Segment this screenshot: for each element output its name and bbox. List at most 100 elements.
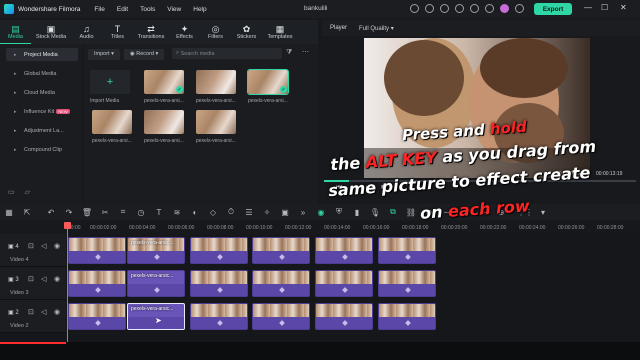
menu-edit[interactable]: Edit: [117, 6, 128, 13]
filter-icon[interactable]: ⧩: [286, 49, 292, 57]
track-lane-video-4[interactable]: pexels-vera-arsic...: [66, 234, 640, 267]
text-tool-icon[interactable]: T: [150, 208, 168, 217]
adjust-icon[interactable]: ☰: [240, 208, 258, 217]
render-icon[interactable]: ◉: [312, 208, 330, 217]
redo-icon[interactable]: ↷: [60, 208, 78, 217]
close-icon[interactable]: ✕: [620, 3, 627, 12]
menu-view[interactable]: View: [167, 6, 181, 13]
menu-tools[interactable]: Tools: [140, 6, 155, 13]
video-clip[interactable]: [315, 270, 373, 297]
new-folder-icon[interactable]: ▭: [8, 188, 15, 196]
expand-icon[interactable]: »: [294, 208, 312, 217]
track-lane-video-2[interactable]: pexels-vera-arsic...: [66, 300, 640, 333]
import-dropdown[interactable]: Import ▾: [88, 48, 120, 60]
tab-transitions[interactable]: ⇄ Transitions: [133, 20, 169, 44]
media-item[interactable]: pexels-vera-arsi...: [196, 110, 240, 144]
color-icon[interactable]: ◐: [186, 208, 204, 217]
media-item[interactable]: ✓ pexels-vera-arsi...: [144, 70, 188, 104]
lock-icon[interactable]: ⊡: [28, 275, 34, 283]
folder-icon[interactable]: ▱: [25, 188, 30, 196]
tab-stock-media[interactable]: ▣ Stock Media: [31, 20, 71, 44]
tab-stickers[interactable]: ✿ Stickers: [231, 20, 262, 44]
collapse-icon[interactable]: ▾: [534, 208, 552, 217]
headset-icon[interactable]: [440, 4, 449, 13]
tab-templates[interactable]: ▦ Templates: [262, 20, 298, 44]
maximize-icon[interactable]: ☐: [601, 3, 608, 12]
select-icon[interactable]: ⇱: [18, 208, 36, 217]
speaker-icon[interactable]: ◁: [41, 275, 46, 283]
video-clip[interactable]: [378, 270, 436, 297]
playhead-handle[interactable]: [64, 222, 71, 229]
sidebar-item-influence-kit[interactable]: ▸ Influence Kit NEW: [6, 105, 78, 118]
link-icon[interactable]: ⛓: [402, 208, 420, 217]
tab-filters[interactable]: ◎ Filters: [200, 20, 231, 44]
cloud-icon[interactable]: [455, 4, 464, 13]
shield-icon[interactable]: ⛨: [330, 207, 348, 217]
snap-icon[interactable]: ⧉: [384, 207, 402, 217]
video-clip[interactable]: [252, 237, 310, 264]
video-clip[interactable]: [190, 237, 248, 264]
video-clip[interactable]: [378, 237, 436, 264]
keyframe-icon[interactable]: ◇: [204, 208, 222, 217]
media-item[interactable]: pexels-vera-arsi...: [196, 70, 240, 104]
video-clip[interactable]: [252, 303, 310, 330]
video-clip[interactable]: [378, 303, 436, 330]
search-input[interactable]: ⌕ Search media: [172, 48, 282, 59]
eye-icon[interactable]: ◉: [54, 275, 60, 283]
download-icon[interactable]: [485, 4, 494, 13]
video-clip[interactable]: [190, 270, 248, 297]
sidebar-item-compound-clip[interactable]: ▸ Compound Clip: [6, 143, 78, 156]
video-clip[interactable]: [68, 270, 126, 297]
menu-help[interactable]: Help: [193, 6, 206, 13]
audio-icon[interactable]: ≋: [168, 208, 186, 217]
marker-icon[interactable]: ▮: [348, 208, 366, 217]
media-item[interactable]: pexels-vera-arsi...: [92, 110, 136, 144]
speaker-icon[interactable]: ◁: [41, 308, 46, 316]
video-clip[interactable]: pexels-vera-arsic...: [127, 237, 185, 264]
eye-icon[interactable]: ◉: [54, 242, 60, 250]
mic-icon[interactable]: 🎙: [366, 208, 384, 217]
import-media-tile[interactable]: + Import Media: [90, 70, 134, 104]
send-icon[interactable]: [410, 4, 419, 13]
delete-icon[interactable]: 🗑: [78, 208, 96, 217]
track-lane-video-3[interactable]: pexels-vera-arsic...: [66, 267, 640, 300]
undo-icon[interactable]: ↶: [42, 208, 60, 217]
timeline-ruler[interactable]: 00:00 00:00:02:00 00:00:04:00 00:00:06:0…: [66, 222, 640, 234]
split-icon[interactable]: ✂: [96, 208, 114, 217]
minimize-icon[interactable]: —: [584, 3, 592, 12]
media-item[interactable]: ✓ pexels-vera-arsi...: [247, 69, 292, 104]
eye-icon[interactable]: ◉: [54, 308, 60, 316]
apps-icon[interactable]: [515, 4, 524, 13]
sidebar-item-cloud-media[interactable]: ▸ Cloud Media: [6, 86, 78, 99]
ai-icon[interactable]: ✧: [258, 208, 276, 217]
sidebar-item-global-media[interactable]: ▸ Global Media: [6, 67, 78, 80]
avatar[interactable]: [500, 4, 509, 13]
video-clip[interactable]: [315, 237, 373, 264]
sidebar-item-project-media[interactable]: ▸ Project Media: [6, 48, 78, 61]
layout-icon[interactable]: [470, 4, 479, 13]
video-clip[interactable]: [68, 237, 126, 264]
quality-dropdown[interactable]: Full Quality ▾: [359, 25, 394, 32]
export-button[interactable]: Export: [534, 3, 572, 15]
mask-icon[interactable]: ▣: [276, 208, 294, 217]
video-clip[interactable]: pexels-vera-arsic...: [127, 270, 185, 297]
sidebar-item-adjustment-layer[interactable]: ▸ Adjustment La...: [6, 124, 78, 137]
crop-icon[interactable]: ⌗: [114, 207, 132, 217]
speed-icon[interactable]: ◷: [132, 208, 150, 217]
tab-media[interactable]: ▤ Media: [0, 20, 31, 44]
playhead[interactable]: [67, 222, 68, 342]
media-item[interactable]: pexels-vera-arsi...: [144, 110, 188, 144]
timer-icon[interactable]: ⏱: [222, 207, 240, 217]
video-clip[interactable]: [190, 303, 248, 330]
video-clip[interactable]: [68, 303, 126, 330]
speaker-icon[interactable]: ◁: [41, 242, 46, 250]
tab-audio[interactable]: ♫ Audio: [71, 20, 102, 44]
more-icon[interactable]: ⋯: [302, 48, 309, 56]
layout-icon[interactable]: ▦: [0, 208, 18, 217]
tab-titles[interactable]: T Titles: [102, 20, 133, 44]
video-clip[interactable]: [315, 303, 373, 330]
lock-icon[interactable]: ⊡: [28, 242, 34, 250]
tab-effects[interactable]: ✦ Effects: [169, 20, 200, 44]
lightbulb-icon[interactable]: [425, 4, 434, 13]
record-dropdown[interactable]: ◉ Record ▾: [123, 48, 165, 60]
